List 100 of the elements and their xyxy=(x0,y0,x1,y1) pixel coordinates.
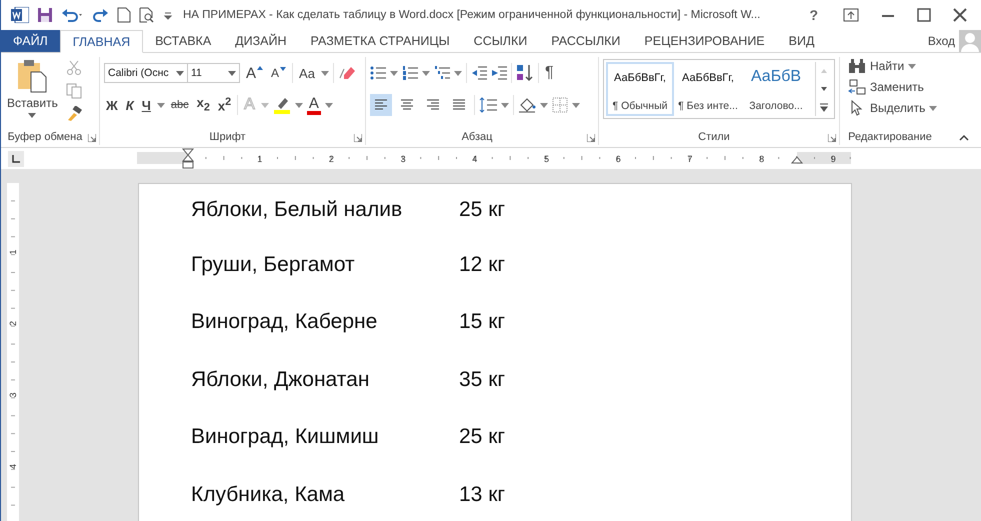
document-text: Виноград, Кишмиш xyxy=(191,425,380,450)
maximize-icon[interactable] xyxy=(917,8,931,22)
dialog-launcher-icon[interactable] xyxy=(354,134,362,142)
paste-button[interactable]: Вставить xyxy=(5,57,60,129)
shrink-font-button[interactable]: A xyxy=(269,67,288,79)
document-text: 12 кг xyxy=(459,252,506,277)
save-icon[interactable] xyxy=(37,7,53,23)
dialog-launcher-icon[interactable] xyxy=(88,134,96,142)
caret-icon xyxy=(454,70,462,76)
caret-icon xyxy=(320,70,329,76)
ruler-number: 2 xyxy=(328,154,334,164)
document-text: Яблоки, Белый налив xyxy=(191,198,404,222)
style-item[interactable]: АаБбВвГг, ¶ Обычный xyxy=(606,62,674,116)
dialog-launcher-icon[interactable] xyxy=(587,134,595,142)
group-label: Стили xyxy=(698,131,730,143)
document-text: 15 кг xyxy=(459,310,506,334)
editing-button[interactable]: Заменить xyxy=(844,78,946,96)
strikethrough-button[interactable]: abc xyxy=(168,100,191,110)
underline-button[interactable]: Ч xyxy=(140,98,153,112)
ribbon-tab[interactable]: РАЗМЕТКА СТРАНИЦЫ xyxy=(298,30,462,52)
binoculars-icon xyxy=(848,58,866,74)
ruler-number: 4 xyxy=(472,154,478,164)
font-color-button[interactable]: A xyxy=(306,96,321,114)
ruler-number: 4 xyxy=(8,464,18,469)
replace-icon xyxy=(848,79,866,95)
window-title: НА ПРИМЕРАХ - Как сделать таблицу в Word.docx [Режим ограниченной функциональности] - Microsoft W... xyxy=(183,9,762,21)
ribbon-display-icon[interactable] xyxy=(843,8,859,22)
caret-icon xyxy=(572,102,580,108)
document-text: 13 кг xyxy=(459,482,506,507)
subscript-button[interactable]: x$_{2}$ xyxy=(194,96,212,114)
caret-icon xyxy=(540,102,548,108)
multilevel-list-icon[interactable] xyxy=(434,65,450,81)
ruler-number: 2 xyxy=(8,321,18,326)
caret-icon xyxy=(422,70,430,76)
ruler-number: 3 xyxy=(400,154,406,164)
caret-icon xyxy=(228,70,236,76)
dialog-launcher-icon[interactable] xyxy=(828,134,836,142)
numbered-list-icon[interactable] xyxy=(402,65,418,81)
ribbon-tab[interactable]: РЕЦЕНЗИРОВАНИЕ xyxy=(632,30,777,52)
format-painter-icon[interactable] xyxy=(66,106,82,122)
help-button[interactable]: ? xyxy=(809,7,818,23)
superscript-button[interactable]: x$^{2}$ xyxy=(216,97,234,113)
sign-in-link[interactable]: Вход xyxy=(928,34,955,48)
decrease-indent-icon[interactable] xyxy=(471,65,487,81)
group-label: Шрифт xyxy=(209,131,246,143)
bullet-list-icon[interactable] xyxy=(370,65,386,81)
align-lines-icon xyxy=(399,98,415,112)
ruler-number: 5 xyxy=(544,154,549,164)
increase-indent-icon[interactable] xyxy=(491,65,507,81)
align-lines-icon xyxy=(425,98,441,112)
font-size-field[interactable]: 11 xyxy=(187,63,240,83)
show-marks-button[interactable]: ¶ xyxy=(543,65,556,81)
bold-button[interactable]: Ж xyxy=(104,98,120,112)
print-preview-icon[interactable] xyxy=(139,7,155,23)
clipboard-icon xyxy=(17,59,48,93)
shading-bucket-icon[interactable] xyxy=(518,97,536,113)
ruler-number: 1 xyxy=(257,154,262,164)
ribbon-tab[interactable]: ДИЗАЙН xyxy=(223,30,299,52)
ruler-number: 9 xyxy=(830,154,836,164)
ribbon-tab[interactable]: ВСТАВКА xyxy=(143,30,224,52)
document-text: Груши, Бергамот xyxy=(191,252,356,277)
ruler-number: 6 xyxy=(616,154,621,164)
font-name-field[interactable]: Calibri (Оснс xyxy=(104,63,188,83)
ribbon-tab[interactable]: ФАЙЛ xyxy=(1,30,60,52)
down-triangle-icon xyxy=(280,67,286,71)
close-icon[interactable] xyxy=(953,8,967,22)
redo-icon[interactable] xyxy=(93,7,109,23)
borders-icon[interactable] xyxy=(552,97,568,113)
eraser-icon[interactable] xyxy=(338,65,356,81)
group-label: Редактирование xyxy=(848,131,932,143)
italic-button[interactable]: К xyxy=(124,98,136,112)
align-lines-icon xyxy=(373,98,389,112)
document-text: 35 кг xyxy=(459,368,506,392)
ruler-number: 7 xyxy=(687,154,692,164)
line-spacing-icon[interactable] xyxy=(479,97,497,113)
align-button[interactable] xyxy=(370,94,392,116)
caret-icon xyxy=(324,102,333,108)
caret-icon xyxy=(501,102,509,108)
caret-icon xyxy=(929,106,938,110)
ribbon-tab[interactable]: РАССЫЛКИ xyxy=(539,30,632,52)
collapse-ribbon-icon[interactable] xyxy=(959,134,969,141)
sort-icon[interactable] xyxy=(516,64,534,82)
tab-stop-icon[interactable] xyxy=(8,150,24,166)
highlighter-icon[interactable] xyxy=(272,96,291,114)
up-triangle-icon xyxy=(257,66,264,70)
ribbon-tab[interactable]: ГЛАВНАЯ xyxy=(60,30,144,53)
ruler-number: 8 xyxy=(759,154,764,164)
grow-font-button[interactable]: A xyxy=(244,66,266,80)
right-indent-icon[interactable] xyxy=(790,156,804,164)
change-case-button[interactable]: Aa xyxy=(297,66,317,80)
new-document-icon[interactable] xyxy=(117,7,131,23)
ribbon-tab[interactable]: ССЫЛКИ xyxy=(462,30,540,52)
editing-button[interactable]: Выделить xyxy=(844,99,946,117)
ribbon-tab[interactable]: ВИД xyxy=(776,30,826,52)
caret-icon xyxy=(176,70,184,76)
undo-icon[interactable] xyxy=(61,7,85,23)
caret-icon xyxy=(156,102,165,108)
editing-button[interactable]: Найти xyxy=(844,57,946,75)
indent-marker-icon[interactable] xyxy=(182,148,194,168)
group-label: Абзац xyxy=(462,131,492,143)
